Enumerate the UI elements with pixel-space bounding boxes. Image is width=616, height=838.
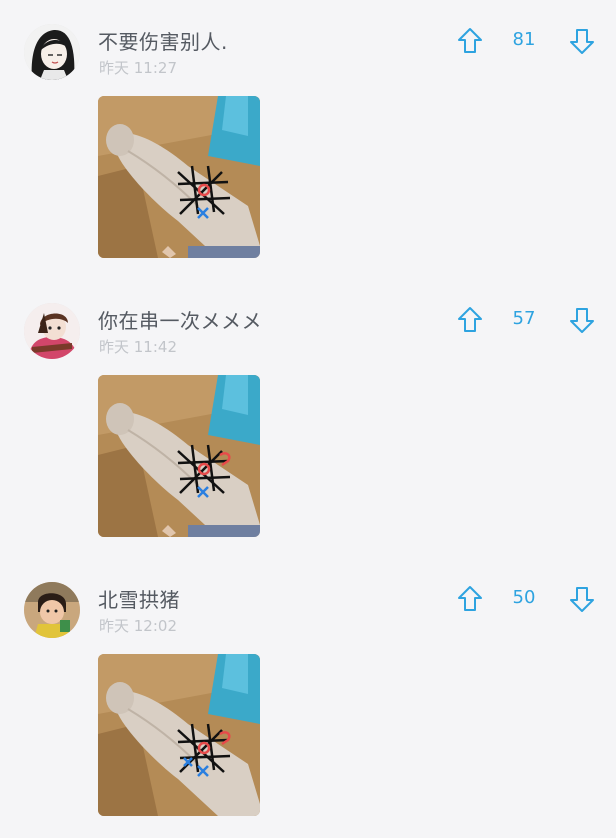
vote-count: 57 — [512, 308, 536, 329]
upvote-button[interactable] — [455, 26, 485, 56]
downvote-button[interactable] — [567, 26, 597, 56]
timestamp: 昨天 11:27 — [99, 59, 177, 77]
vote-count: 50 — [512, 587, 536, 608]
arrow-down-icon — [570, 587, 594, 612]
username[interactable]: 你在串一次メメメ — [98, 305, 262, 334]
upvote-button[interactable] — [455, 584, 485, 614]
downvote-button[interactable] — [567, 584, 597, 614]
comment-item: 不要伤害别人. 昨天 11:27 81 — [0, 0, 616, 280]
vote-controls: 57 — [455, 305, 601, 335]
comment-item: 你在串一次メメメ 昨天 11:42 57 — [0, 279, 616, 559]
comment-item: 北雪拱猪 昨天 12:02 50 — [0, 558, 616, 838]
vote-controls: 81 — [455, 26, 601, 56]
vote-count: 81 — [512, 29, 536, 50]
arm-tic-tac-toe-photo-icon — [98, 375, 260, 537]
anime-character-avatar-icon — [24, 303, 80, 359]
downvote-button[interactable] — [567, 305, 597, 335]
user-avatar[interactable] — [24, 582, 80, 638]
arrow-up-icon — [458, 28, 482, 53]
arrow-down-icon — [570, 308, 594, 333]
timestamp: 昨天 12:02 — [99, 617, 177, 635]
user-avatar[interactable] — [24, 24, 80, 80]
arrow-down-icon — [570, 29, 594, 54]
arrow-up-icon — [458, 307, 482, 332]
username[interactable]: 北雪拱猪 — [98, 584, 180, 613]
username[interactable]: 不要伤害别人. — [98, 26, 228, 55]
upvote-button[interactable] — [455, 305, 485, 335]
comment-image[interactable] — [98, 375, 260, 537]
user-avatar[interactable] — [24, 303, 80, 359]
child-photo-avatar-icon — [24, 582, 80, 638]
comment-image[interactable] — [98, 96, 260, 258]
comment-image[interactable] — [98, 654, 260, 816]
vote-controls: 50 — [455, 584, 601, 614]
arrow-up-icon — [458, 586, 482, 611]
arm-tic-tac-toe-photo-icon — [98, 96, 260, 258]
timestamp: 昨天 11:42 — [99, 338, 177, 356]
arm-tic-tac-toe-photo-icon — [98, 654, 260, 816]
anime-girl-avatar-icon — [24, 24, 80, 80]
